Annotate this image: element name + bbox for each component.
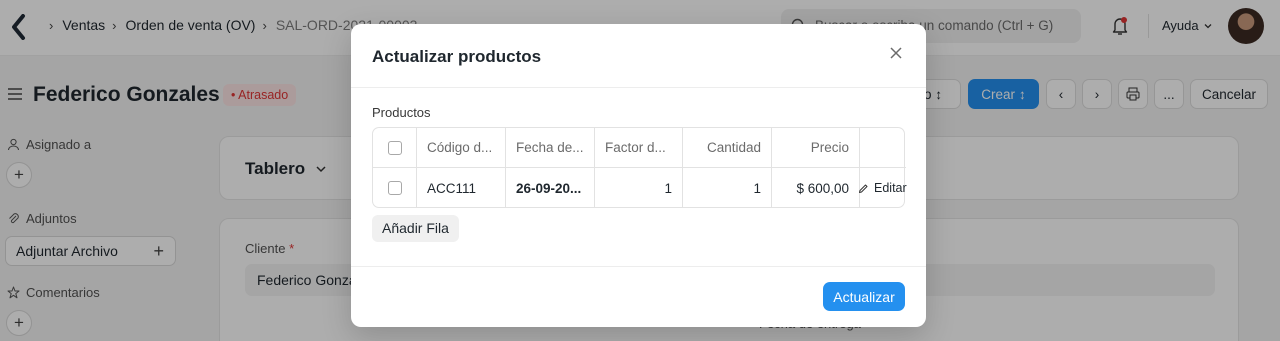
conversion-factor-cell[interactable]: 1 xyxy=(595,168,683,208)
column-header-code: Código d... xyxy=(417,128,506,167)
pencil-icon xyxy=(859,184,868,193)
dialog-title: Actualizar productos xyxy=(372,47,542,66)
table-row: ACC111 26-09-20... 1 1 $ 600,00 Editar xyxy=(373,168,907,208)
edit-cell: Editar xyxy=(858,168,907,208)
update-items-dialog: Actualizar productos Productos Código d.… xyxy=(351,24,926,327)
add-row-button[interactable]: Añadir Fila xyxy=(372,215,459,242)
close-icon[interactable] xyxy=(888,45,904,61)
row-checkbox[interactable] xyxy=(387,181,402,195)
update-button-label: Actualizar xyxy=(833,288,895,305)
quantity-cell[interactable]: 1 xyxy=(683,168,772,208)
column-header-quantity: Cantidad xyxy=(683,128,772,167)
products-section-label: Productos xyxy=(372,105,431,120)
select-all-checkbox[interactable] xyxy=(387,140,402,155)
row-select-cell xyxy=(373,168,417,208)
table-header: Código d... Fecha de... Factor d... Cant… xyxy=(373,128,906,168)
update-button[interactable]: Actualizar xyxy=(823,282,905,311)
delivery-date-cell[interactable]: 26-09-20... xyxy=(506,168,595,208)
items-table: Código d... Fecha de... Factor d... Cant… xyxy=(372,127,907,208)
divider xyxy=(351,87,926,88)
divider xyxy=(351,266,926,267)
column-header-date: Fecha de... xyxy=(506,128,595,167)
select-all-cell xyxy=(373,128,417,167)
price-cell[interactable]: $ 600,00 xyxy=(772,168,860,208)
column-header-actions xyxy=(860,128,906,167)
column-header-factor: Factor d... xyxy=(595,128,683,167)
item-code-cell[interactable]: ACC111 xyxy=(417,168,506,208)
column-header-price: Precio xyxy=(772,128,860,167)
edit-row-button[interactable]: Editar xyxy=(858,181,907,195)
edit-label: Editar xyxy=(874,181,907,195)
